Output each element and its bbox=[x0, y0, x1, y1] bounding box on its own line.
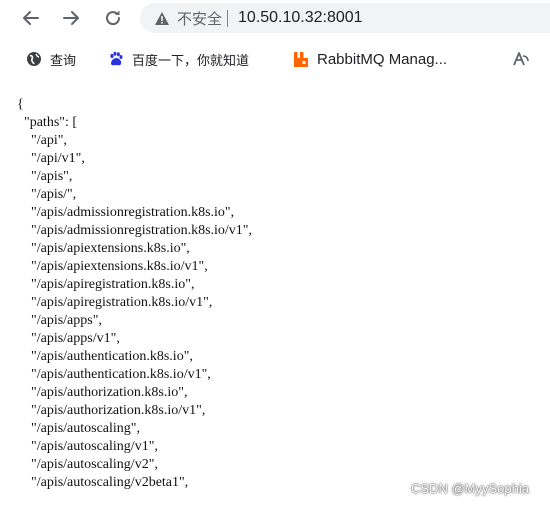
json-line: "/apis/apps", bbox=[17, 313, 102, 328]
url-text[interactable]: 10.50.10.32:8001 bbox=[238, 9, 363, 27]
json-line: "/apis/apiextensions.k8s.io/v1", bbox=[17, 259, 208, 274]
json-line: "/apis/autoscaling/v2", bbox=[17, 457, 158, 472]
json-line: "/apis/", bbox=[17, 187, 77, 202]
json-line: "/apis/authentication.k8s.io/v1", bbox=[17, 367, 211, 382]
json-line: "/apis/admissionregistration.k8s.io/v1", bbox=[17, 223, 253, 238]
json-line: "/api", bbox=[17, 133, 67, 148]
rabbitmq-icon bbox=[292, 50, 310, 68]
json-line: "/apis/admissionregistration.k8s.io", bbox=[17, 205, 235, 220]
browser-toolbar: 不安全 10.50.10.32:8001 bbox=[0, 0, 550, 38]
json-line: "/apis/apps/v1", bbox=[17, 331, 120, 346]
globe-icon bbox=[25, 50, 43, 68]
warning-triangle-icon[interactable] bbox=[153, 9, 171, 27]
bookmark-baidu[interactable]: 百度一下，你就知道 bbox=[107, 48, 249, 70]
json-line: "/apis/autoscaling/v2beta1", bbox=[17, 475, 189, 490]
browser-window: 不安全 10.50.10.32:8001 查询 百度一下，你就知道 Rabbit… bbox=[0, 0, 550, 507]
bookmark-label: 查询 bbox=[50, 53, 77, 69]
json-line: "/api/v1", bbox=[17, 151, 85, 166]
json-line: "/apis/authentication.k8s.io", bbox=[17, 349, 193, 364]
baidu-paw-icon bbox=[107, 50, 125, 68]
watermark: CSDN @MyySophia bbox=[411, 481, 529, 496]
json-line: "/apis/autoscaling/v1", bbox=[17, 439, 158, 454]
json-line: "/apis", bbox=[17, 169, 73, 184]
security-status-label[interactable]: 不安全 bbox=[177, 8, 222, 29]
bookmark-label: 百度一下，你就知道 bbox=[132, 53, 250, 69]
back-button[interactable] bbox=[18, 5, 44, 31]
arrow-right-icon bbox=[63, 11, 79, 25]
json-line: "paths": [ bbox=[17, 115, 78, 130]
json-line: "/apis/authorization.k8s.io/v1", bbox=[17, 403, 206, 418]
bookmark-query[interactable]: 查询 bbox=[25, 48, 76, 70]
reload-button[interactable] bbox=[100, 5, 126, 31]
arrow-left-icon bbox=[23, 11, 39, 25]
bookmark-translate[interactable] bbox=[512, 48, 537, 70]
translate-icon bbox=[512, 50, 530, 68]
json-line: "/apis/autoscaling", bbox=[17, 421, 141, 436]
address-separator bbox=[227, 9, 229, 27]
bookmark-label: RabbitMQ Manag... bbox=[317, 50, 448, 68]
json-response-body: { "paths": [ "/api", "/api/v1", "/apis",… bbox=[0, 86, 550, 507]
reload-icon bbox=[106, 10, 121, 26]
json-line: "/apis/apiregistration.k8s.io", bbox=[17, 277, 195, 292]
bookmarks-bar: 查询 百度一下，你就知道 RabbitMQ Manag... bbox=[0, 44, 550, 74]
json-line: { bbox=[17, 97, 24, 112]
json-line: "/apis/apiextensions.k8s.io", bbox=[17, 241, 190, 256]
address-bar[interactable]: 不安全 10.50.10.32:8001 bbox=[140, 3, 550, 33]
bookmark-rabbitmq[interactable]: RabbitMQ Manag... bbox=[292, 48, 447, 70]
forward-button[interactable] bbox=[58, 5, 84, 31]
json-line: "/apis/apiregistration.k8s.io/v1", bbox=[17, 295, 213, 310]
json-line: "/apis/authorization.k8s.io", bbox=[17, 385, 188, 400]
